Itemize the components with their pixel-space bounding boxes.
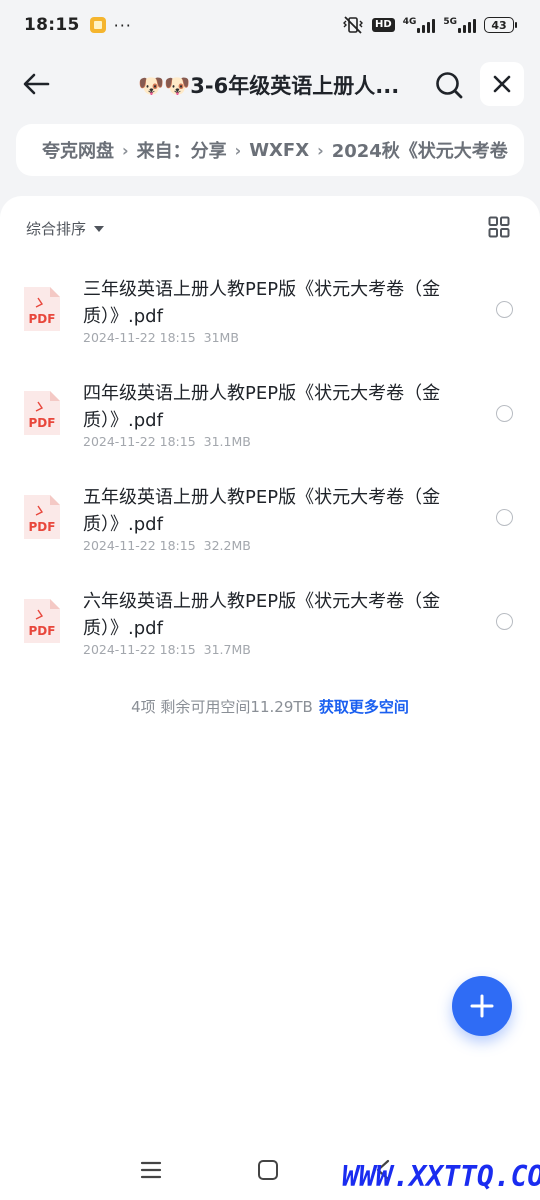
file-name: 四年级英语上册人教PEP版《状元大考卷（金质）》.pdf xyxy=(83,383,441,431)
file-name: 五年级英语上册人教PEP版《状元大考卷（金质）》.pdf xyxy=(83,487,441,535)
file-row[interactable]: PDF 五年级英语上册人教PEP版《状元大考卷（金质）》.pdf 2024-11… xyxy=(0,464,540,568)
caret-down-icon xyxy=(94,225,105,232)
file-size: 31.7MB xyxy=(203,642,251,657)
select-radio[interactable] xyxy=(496,405,513,422)
file-name: 六年级英语上册人教PEP版《状元大考卷（金质）》.pdf xyxy=(83,591,441,639)
status-time: 18:15 xyxy=(24,15,80,35)
pdf-icon-label: PDF xyxy=(29,416,56,430)
close-button[interactable] xyxy=(480,62,524,106)
grid-view-icon[interactable] xyxy=(488,216,510,238)
pdf-icon-label: PDF xyxy=(29,624,56,638)
select-radio[interactable] xyxy=(496,301,513,318)
storage-summary: 4项 剩余可用空间11.29TB 获取更多空间 xyxy=(0,696,540,717)
file-row[interactable]: PDF 六年级英语上册人教PEP版《状元大考卷（金质）》.pdf 2024-11… xyxy=(0,568,540,672)
add-button[interactable] xyxy=(452,976,512,1036)
file-date: 2024-11-22 18:15 xyxy=(83,330,196,345)
file-size: 32.2MB xyxy=(203,538,251,553)
pdf-file-icon: PDF xyxy=(24,391,60,435)
file-list: PDF 三年级英语上册人教PEP版《状元大考卷（金质）》.pdf 2024-11… xyxy=(0,256,540,672)
breadcrumb: 夸克网盘 › 来自：分享 › WXFX › 2024秋《状元大考卷 xyxy=(16,124,524,176)
file-meta: 2024-11-22 18:15 31MB xyxy=(83,330,239,345)
hd-voice-badge: HD xyxy=(372,18,395,32)
file-meta: 2024-11-22 18:15 31.1MB xyxy=(83,434,251,449)
top-bar: 🐶🐶3-6年级英语上册人... xyxy=(0,54,540,114)
signal-bars-icon xyxy=(458,17,476,33)
file-size: 31.1MB xyxy=(203,434,251,449)
file-meta: 2024-11-22 18:15 31.7MB xyxy=(83,642,251,657)
file-row[interactable]: PDF 三年级英语上册人教PEP版《状元大考卷（金质）》.pdf 2024-11… xyxy=(0,256,540,360)
net-4g-label: 4G xyxy=(402,17,417,27)
watermark: WWW.XXTTQ.COM xyxy=(342,1160,540,1193)
file-date: 2024-11-22 18:15 xyxy=(83,538,196,553)
sort-label: 综合排序 xyxy=(26,220,87,238)
pdf-icon-label: PDF xyxy=(29,312,56,326)
vibrate-mute-icon xyxy=(343,16,364,34)
chevron-right-icon: › xyxy=(122,140,129,160)
back-button[interactable] xyxy=(18,66,54,102)
signal-4g: 4G xyxy=(403,17,436,33)
file-size: 31MB xyxy=(203,330,239,345)
file-date: 2024-11-22 18:15 xyxy=(83,434,196,449)
file-date: 2024-11-22 18:15 xyxy=(83,642,196,657)
pdf-file-icon: PDF xyxy=(24,599,60,643)
page-title: 🐶🐶3-6年级英语上册人... xyxy=(138,74,400,98)
status-bar: 18:15 ··· HD 4G 5G 43 xyxy=(0,0,540,50)
breadcrumb-item-current[interactable]: 2024秋《状元大考卷 xyxy=(332,137,508,163)
pdf-icon-label: PDF xyxy=(29,520,56,534)
breadcrumb-item-wxfx[interactable]: WXFX xyxy=(249,140,309,161)
status-right: HD 4G 5G 43 xyxy=(342,15,517,35)
close-icon xyxy=(493,75,511,93)
menu-icon[interactable] xyxy=(140,1160,162,1180)
net-5g-label: 5G xyxy=(443,17,457,27)
sort-dropdown[interactable]: 综合排序 xyxy=(26,218,105,239)
file-meta: 2024-11-22 18:15 32.2MB xyxy=(83,538,251,553)
get-more-space-link[interactable]: 获取更多空间 xyxy=(319,698,409,716)
search-icon xyxy=(436,72,463,99)
battery-icon: 43 xyxy=(484,17,517,33)
file-panel: 综合排序 PDF 三年级英语上册人教PEP版《状元大考卷（金质）》.pdf 20… xyxy=(0,196,540,1200)
signal-5g: 5G xyxy=(443,17,476,33)
chevron-right-icon: › xyxy=(234,140,242,160)
signal-bars-icon xyxy=(417,17,436,33)
select-radio[interactable] xyxy=(496,509,513,526)
home-icon[interactable] xyxy=(258,1160,278,1180)
chevron-right-icon: › xyxy=(317,140,324,160)
plus-icon xyxy=(470,994,494,1018)
storage-summary-text: 4项 剩余可用空间11.29TB xyxy=(131,698,313,716)
breadcrumb-item-root[interactable]: 夸克网盘 xyxy=(42,137,114,163)
more-notifications-icon: ··· xyxy=(113,15,132,35)
file-name: 三年级英语上册人教PEP版《状元大考卷（金质）》.pdf xyxy=(83,279,441,327)
search-button[interactable] xyxy=(430,66,468,104)
pdf-file-icon: PDF xyxy=(24,495,60,539)
file-row[interactable]: PDF 四年级英语上册人教PEP版《状元大考卷（金质）》.pdf 2024-11… xyxy=(0,360,540,464)
pdf-file-icon: PDF xyxy=(24,287,60,331)
select-radio[interactable] xyxy=(496,613,513,630)
arrow-left-icon xyxy=(23,73,50,95)
breadcrumb-item-share[interactable]: 来自：分享 xyxy=(137,137,227,163)
notification-app-icon xyxy=(89,17,106,33)
